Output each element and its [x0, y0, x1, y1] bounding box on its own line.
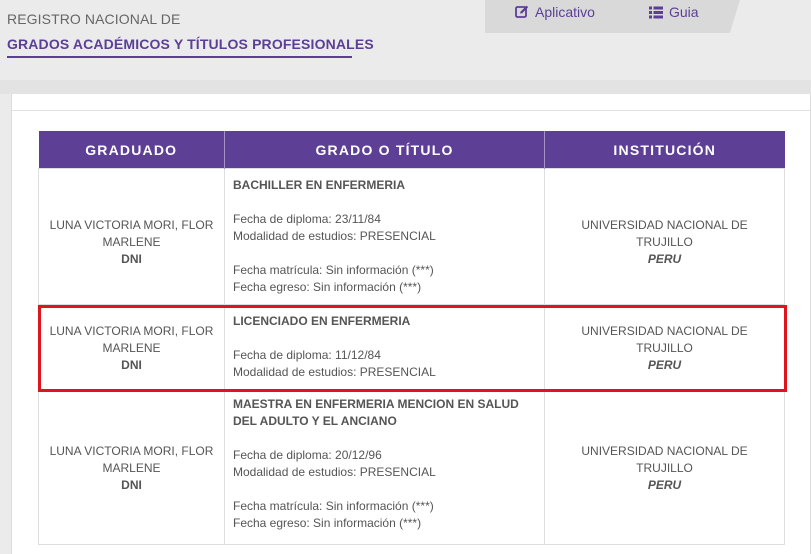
degree-title: LICENCIADO EN ENFERMERIA — [233, 314, 411, 328]
header-band — [0, 80, 811, 94]
graduado-cell: LUNA VICTORIA MORI, FLOR MARLENE DNI — [38, 304, 225, 390]
diploma-date: Fecha de diploma: 23/11/84 — [233, 212, 381, 226]
institution-name: UNIVERSIDAD NACIONAL DE TRUJILLO — [581, 443, 748, 475]
institution-country: PERU — [647, 477, 682, 492]
institution-name: UNIVERSIDAD NACIONAL DE TRUJILLO — [581, 217, 748, 249]
nav-aplicativo-label: Aplicativo — [535, 4, 595, 20]
nav-aplicativo[interactable]: Aplicativo — [515, 4, 595, 20]
diploma-date: Fecha de diploma: 20/12/96 — [233, 448, 382, 462]
table-row: LUNA VICTORIA MORI, FLOR MARLENE DNI MAE… — [38, 389, 785, 545]
degree-title: MAESTRA EN ENFERMERIA MENCION EN SALUD D… — [233, 397, 519, 428]
study-mode: Modalidad de estudios: PRESENCIAL — [233, 229, 436, 243]
table-header-row: GRADUADO GRADO O TÍTULO INSTITUCIÓN — [38, 131, 785, 169]
institution-name: UNIVERSIDAD NACIONAL DE TRUJILLO — [581, 323, 748, 355]
registry-name-line1: REGISTRO NACIONAL DE — [7, 11, 181, 27]
results-table: GRADUADO GRADO O TÍTULO INSTITUCIÓN LUNA… — [38, 131, 785, 545]
graduate-name: LUNA VICTORIA MORI, FLOR MARLENE — [49, 323, 214, 355]
table-row: LUNA VICTORIA MORI, FLOR MARLENE DNI BAC… — [38, 168, 785, 305]
graduado-cell: LUNA VICTORIA MORI, FLOR MARLENE DNI — [38, 168, 225, 305]
degree-title: BACHILLER EN ENFERMERIA — [233, 178, 406, 192]
registry-name-line2[interactable]: GRADOS ACADÉMICOS Y TÍTULOS PROFESIONALE… — [7, 36, 374, 52]
graduation-date: Fecha egreso: Sin información (***) — [233, 280, 422, 294]
institution-country: PERU — [647, 357, 682, 372]
grado-cell: BACHILLER EN ENFERMERIA Fecha de diploma… — [224, 168, 545, 305]
nav-guia[interactable]: Guia — [649, 4, 699, 20]
graduation-date: Fecha egreso: Sin información (***) — [233, 516, 422, 530]
site-header: REGISTRO NACIONAL DE GRADOS ACADÉMICOS Y… — [0, 0, 811, 80]
table-row: LUNA VICTORIA MORI, FLOR MARLENE DNI LIC… — [38, 304, 785, 390]
nav-guia-label: Guia — [669, 4, 699, 20]
graduado-cell: LUNA VICTORIA MORI, FLOR MARLENE DNI — [38, 389, 225, 545]
list-icon — [649, 6, 663, 19]
enrollment-date: Fecha matrícula: Sin información (***) — [233, 263, 434, 277]
graduate-name: LUNA VICTORIA MORI, FLOR MARLENE — [49, 217, 214, 249]
document-type: DNI — [121, 477, 142, 492]
document-type: DNI — [121, 357, 142, 372]
institucion-cell: UNIVERSIDAD NACIONAL DE TRUJILLO PERU — [544, 304, 785, 390]
study-mode: Modalidad de estudios: PRESENCIAL — [233, 465, 436, 479]
diploma-date: Fecha de diploma: 11/12/84 — [233, 348, 381, 362]
institution-country: PERU — [647, 251, 682, 266]
institucion-cell: UNIVERSIDAD NACIONAL DE TRUJILLO PERU — [544, 389, 785, 545]
edit-icon — [515, 5, 529, 19]
top-nav: Aplicativo Guia — [485, 0, 740, 33]
grado-cell: MAESTRA EN ENFERMERIA MENCION EN SALUD D… — [224, 389, 545, 545]
study-mode: Modalidad de estudios: PRESENCIAL — [233, 365, 436, 379]
col-header-graduado: GRADUADO — [38, 131, 225, 169]
col-header-grado: GRADO O TÍTULO — [224, 131, 545, 169]
enrollment-date: Fecha matrícula: Sin información (***) — [233, 499, 434, 513]
institucion-cell: UNIVERSIDAD NACIONAL DE TRUJILLO PERU — [544, 168, 785, 305]
document-type: DNI — [121, 251, 142, 266]
graduate-name: LUNA VICTORIA MORI, FLOR MARLENE — [49, 443, 214, 475]
panel-divider — [11, 110, 810, 111]
col-header-institucion: INSTITUCIÓN — [544, 131, 785, 169]
title-underline — [7, 56, 352, 58]
grado-cell: LICENCIADO EN ENFERMERIA Fecha de diplom… — [224, 304, 545, 390]
